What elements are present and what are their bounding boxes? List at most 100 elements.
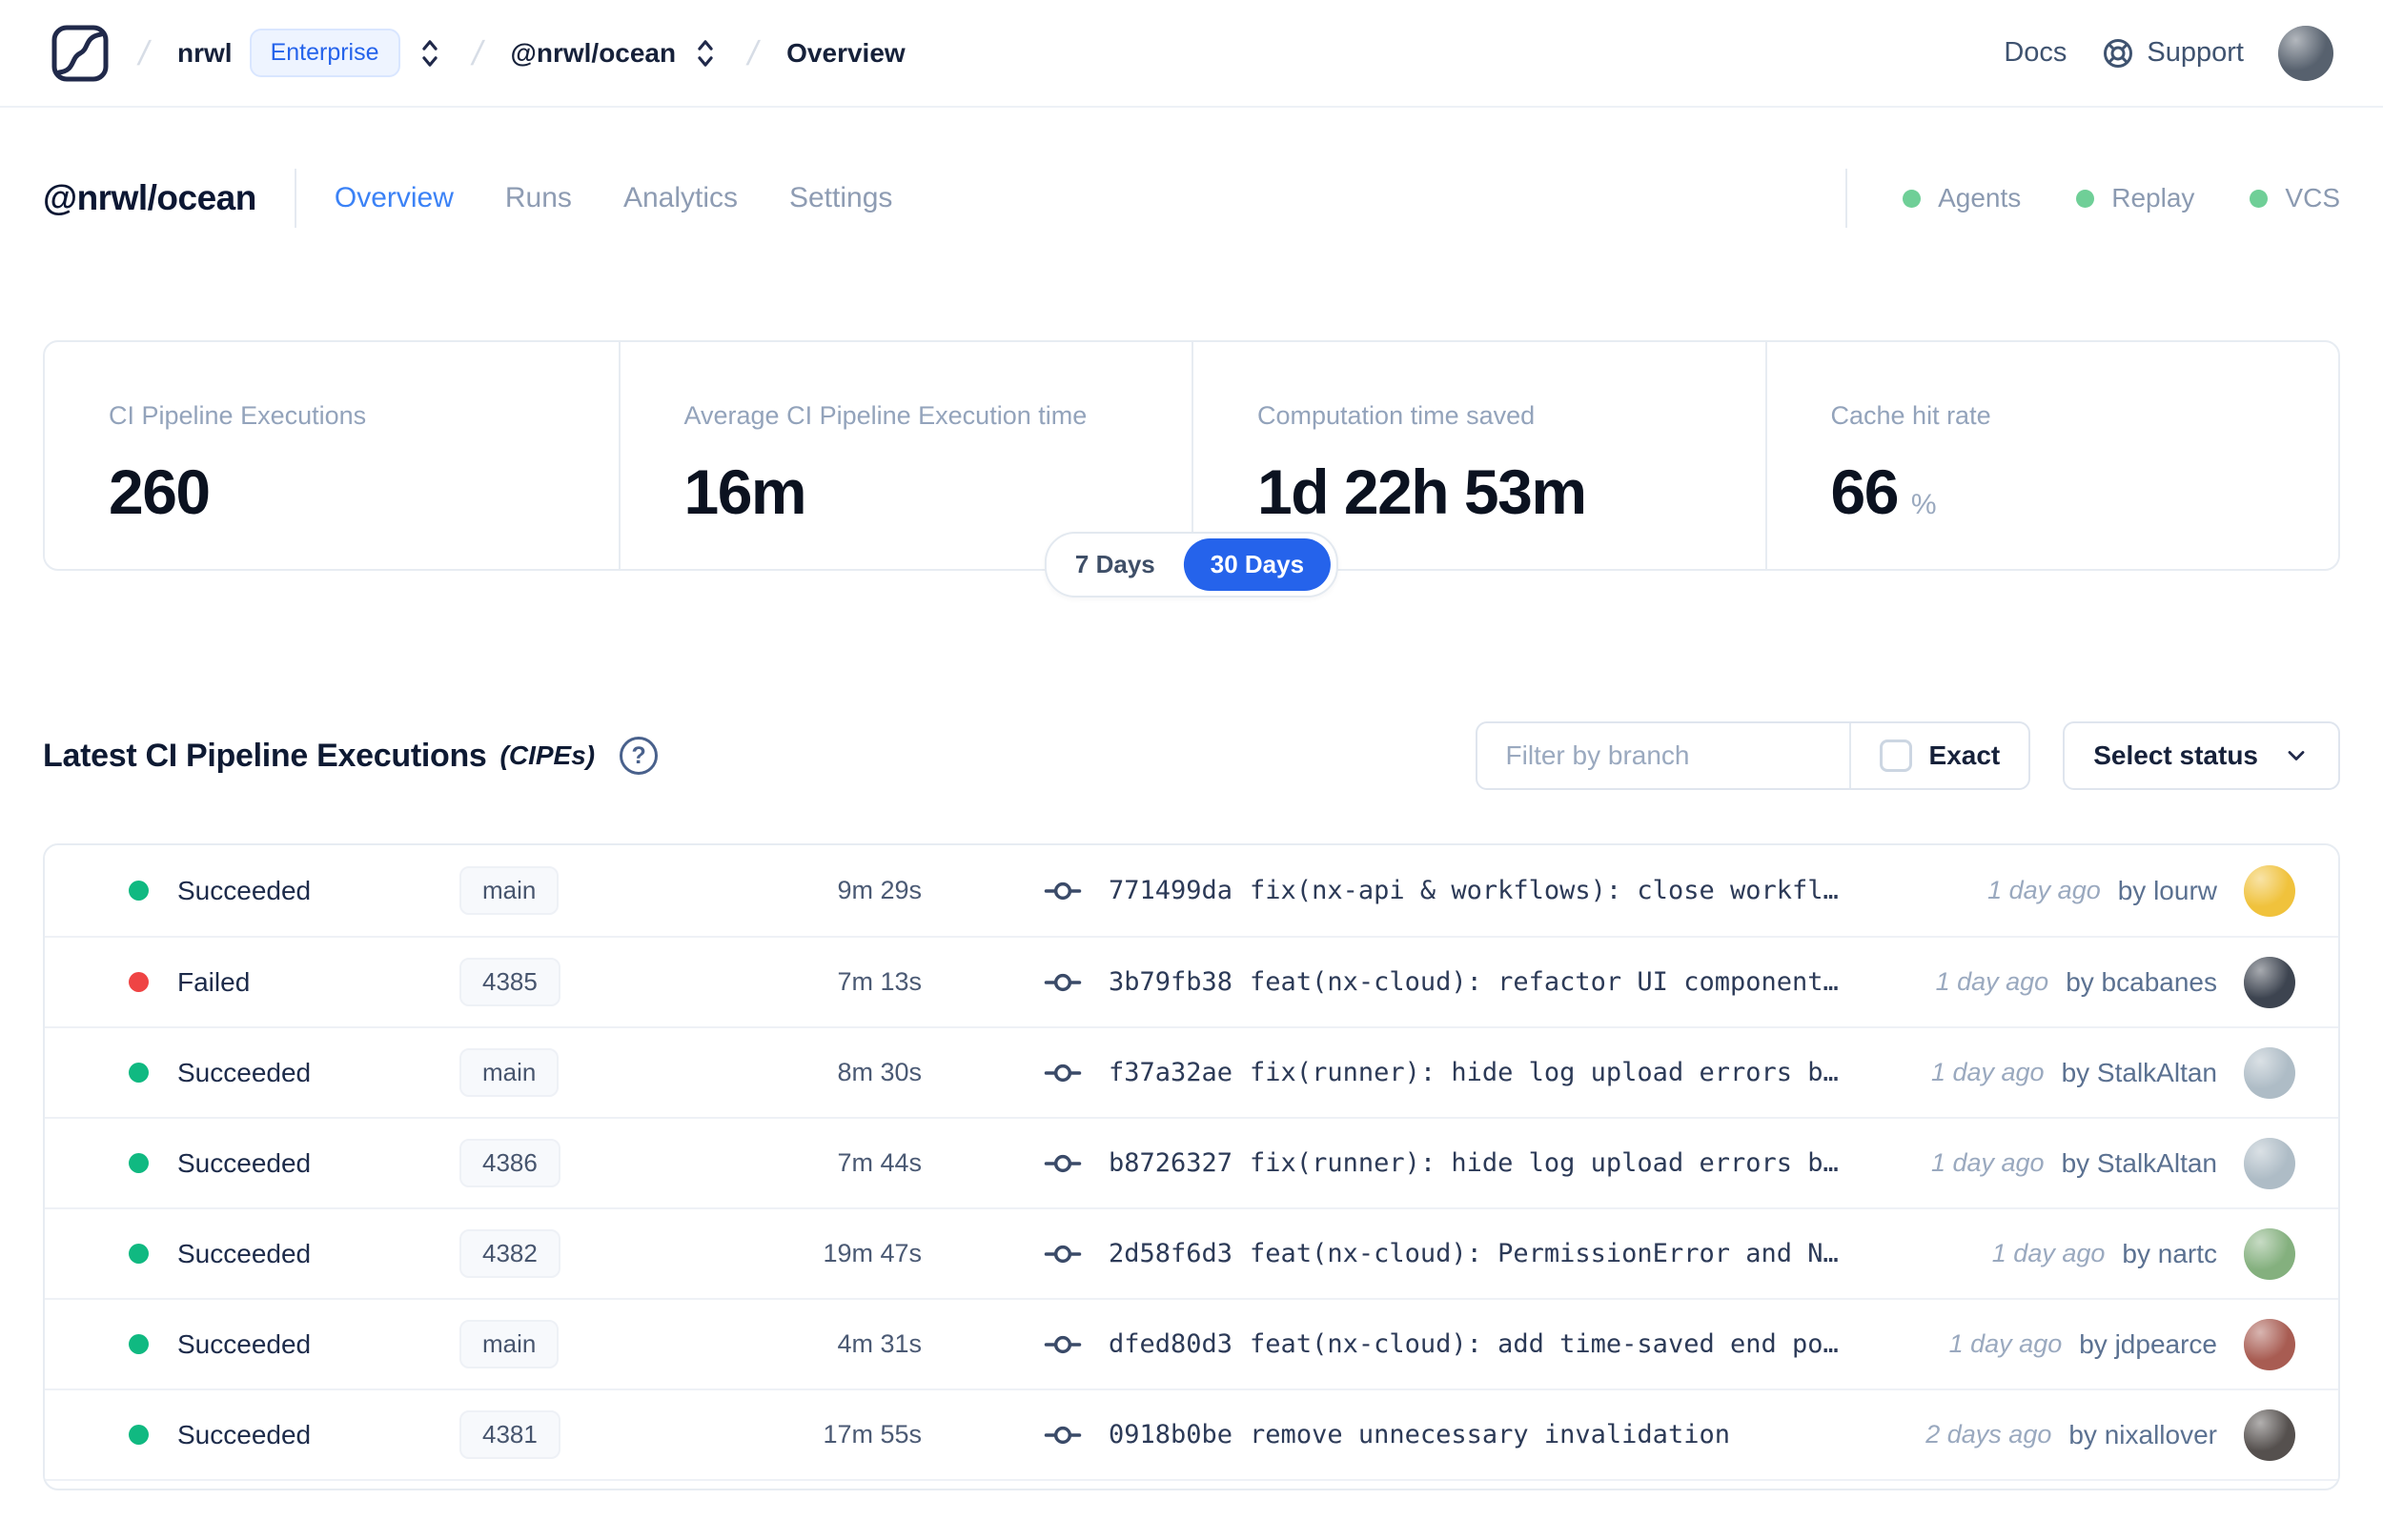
breadcrumb-separator: /: [468, 32, 487, 72]
stat-unit: %: [1910, 489, 1937, 520]
branch-filter-input[interactable]: [1477, 723, 1849, 788]
cipe-branch: 4385: [459, 958, 698, 1006]
git-commit-icon: [1044, 1335, 1082, 1353]
user-avatar[interactable]: [2278, 25, 2333, 81]
page-title: @nrwl/ocean: [43, 178, 256, 217]
exact-checkbox[interactable]: [1879, 740, 1912, 772]
navbar-right: Docs Support: [2004, 25, 2333, 81]
stat-value: 1d 22h 53m: [1257, 456, 1587, 527]
cipe-status: Succeeded: [88, 1329, 459, 1360]
author-avatar[interactable]: [2244, 1137, 2295, 1189]
status-select-dropdown[interactable]: Select status: [2063, 721, 2340, 790]
status-label: Succeeded: [177, 875, 312, 905]
cipe-row[interactable]: Succeeded main 8m 30s f37a32ae fix(runner…: [45, 1026, 2338, 1117]
stat-label: Computation time saved: [1257, 401, 1536, 430]
author-avatar[interactable]: [2244, 1408, 2295, 1461]
exact-label: Exact: [1928, 740, 2001, 770]
status-dot-icon: [129, 1153, 149, 1173]
author-avatar[interactable]: [2244, 864, 2295, 917]
cipe-author: by StalkAltan: [2061, 1057, 2217, 1087]
status-label: Succeeded: [177, 1419, 312, 1449]
cipe-commit: 771499da fix(nx-api & workflows): close w…: [922, 872, 1987, 910]
cipe-time: 1 day ago: [1991, 1239, 2106, 1267]
integration-label: Replay: [2111, 183, 2195, 213]
org-selector-chevrons-icon[interactable]: [416, 37, 444, 70]
cipe-author: by StalkAltan: [2061, 1147, 2217, 1178]
workspace-selector-chevrons-icon[interactable]: [691, 37, 720, 70]
enterprise-badge[interactable]: Enterprise: [249, 29, 400, 77]
docs-link[interactable]: Docs: [2004, 37, 2067, 69]
commit-text: b8726327 fix(runner): hide log upload err…: [1109, 1148, 1839, 1178]
cipe-duration: 8m 30s: [837, 1058, 922, 1086]
cipe-table: Succeeded main 9m 29s 771499da fix(nx-api…: [43, 843, 2340, 1490]
git-commit-icon: [1044, 1245, 1082, 1263]
author-avatar[interactable]: [2244, 1318, 2295, 1370]
cipe-duration: 9m 29s: [837, 876, 922, 904]
cipe-branch: 4381: [459, 1410, 698, 1459]
cipe-author: by nixallover: [2068, 1419, 2217, 1449]
cipe-row[interactable]: Succeeded main 9m 29s 771499da fix(nx-api…: [45, 845, 2338, 936]
stat-ci-pipeline-executions: CI Pipeline Executions 260: [45, 342, 619, 569]
period-toggle: 7 Days 30 Days: [1044, 532, 1339, 598]
cipe-row[interactable]: Succeeded main 4m 31s dfed80d3 feat(nx-cl…: [45, 1298, 2338, 1388]
exact-match-toggle[interactable]: Exact: [1851, 723, 2029, 788]
git-commit-icon: [1044, 1154, 1082, 1172]
commit-message: feat(nx-cloud): PermissionError and N…: [1250, 1239, 1839, 1268]
period-30-days-button[interactable]: 30 Days: [1183, 538, 1332, 591]
tab-settings[interactable]: Settings: [789, 182, 892, 214]
status-label: Succeeded: [177, 1238, 312, 1268]
breadcrumb-separator: /: [134, 32, 153, 72]
cipe-row[interactable]: Succeeded 4382 19m 47s 2d58f6d3 feat(nx-c…: [45, 1207, 2338, 1298]
status-dot-icon: [129, 972, 149, 992]
workspace-tabs: Overview Runs Analytics Settings: [335, 182, 893, 214]
cipe-meta: 1 day ago by jdpearce: [1948, 1318, 2295, 1370]
stat-value: 16m: [683, 456, 807, 527]
stat-label: Average CI Pipeline Execution time: [683, 401, 1088, 430]
support-link[interactable]: Support: [2101, 36, 2244, 71]
integration-replay[interactable]: Replay: [2076, 183, 2194, 213]
integration-agents[interactable]: Agents: [1903, 183, 2021, 213]
cipe-duration: 19m 47s: [823, 1239, 922, 1267]
integration-vcs[interactable]: VCS: [2250, 183, 2340, 213]
integration-label: Agents: [1938, 183, 2022, 213]
branch-badge: 4385: [459, 958, 560, 1006]
help-icon[interactable]: [620, 737, 659, 775]
cipe-branch: main: [459, 866, 698, 915]
tab-overview[interactable]: Overview: [335, 182, 454, 214]
cipe-time: 2 days ago: [1925, 1420, 2052, 1449]
cipe-time: 1 day ago: [1948, 1329, 2063, 1358]
tab-runs[interactable]: Runs: [505, 182, 572, 214]
breadcrumb-separator: /: [743, 32, 763, 72]
git-commit-icon: [1044, 1064, 1082, 1082]
cipe-duration: 7m 13s: [837, 967, 922, 996]
cipe-row[interactable]: Succeeded 4381 17m 55s 0918b0be remove un…: [45, 1388, 2338, 1479]
cipe-author: by bcabanes: [2066, 966, 2217, 997]
nx-cloud-logo-icon[interactable]: [50, 23, 111, 84]
status-dot-icon: [1903, 189, 1922, 208]
stat-cache-hit-rate: Cache hit rate 66 %: [1764, 342, 2339, 569]
cipe-row[interactable]: Succeeded 4386 7m 44s b8726327 fix(runner…: [45, 1117, 2338, 1207]
branch-filter-group: Exact: [1475, 721, 2031, 790]
tab-analytics[interactable]: Analytics: [623, 182, 738, 214]
period-7-days-button[interactable]: 7 Days: [1047, 538, 1184, 591]
cipe-meta: 1 day ago by lourw: [1987, 864, 2295, 917]
cipe-row[interactable]: Failed 4385 7m 13s 3b79fb38 feat(nx-cloud…: [45, 936, 2338, 1026]
cipe-time: 1 day ago: [1935, 967, 2049, 996]
cipe-status: Succeeded: [88, 1239, 459, 1269]
support-label: Support: [2147, 37, 2244, 68]
author-avatar[interactable]: [2244, 956, 2295, 1008]
cipe-time: 1 day ago: [1987, 876, 2101, 904]
breadcrumb-org[interactable]: nrwl: [177, 38, 233, 69]
author-avatar[interactable]: [2244, 1046, 2295, 1099]
cipe-commit: f37a32ae fix(runner): hide log upload err…: [922, 1054, 1931, 1092]
status-label: Succeeded: [177, 1328, 312, 1359]
stat-label: Cache hit rate: [1830, 401, 1991, 430]
author-avatar[interactable]: [2244, 1227, 2295, 1280]
commit-message: fix(runner): hide log upload errors b…: [1250, 1058, 1839, 1087]
commit-hash: 0918b0be: [1109, 1420, 1233, 1449]
cipe-status: Succeeded: [88, 1420, 459, 1450]
cipe-meta: 1 day ago by StalkAltan: [1931, 1046, 2295, 1099]
commit-message: fix(nx-api & workflows): close workfl…: [1250, 876, 1839, 905]
breadcrumb-workspace[interactable]: @nrwl/ocean: [511, 38, 677, 69]
commit-hash: dfed80d3: [1109, 1329, 1233, 1359]
